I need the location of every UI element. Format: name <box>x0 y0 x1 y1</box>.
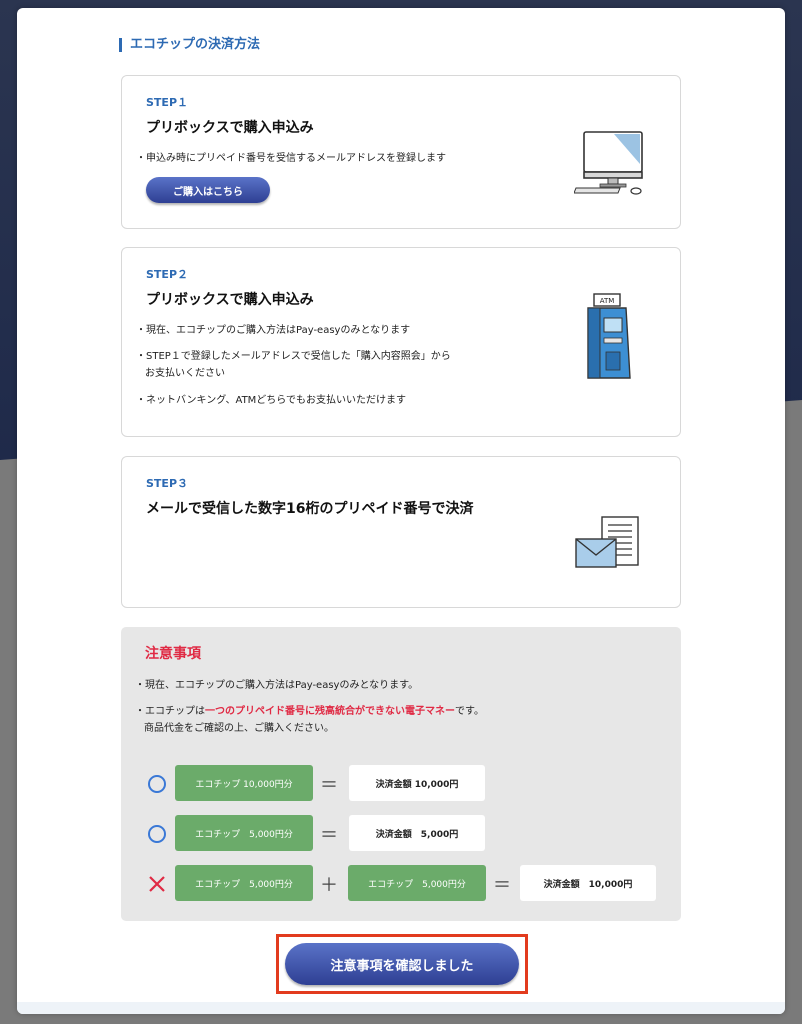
step-3-card: STEP３ メールで受信した数字16桁のプリペイド番号で決済 <box>121 456 681 608</box>
confirm-notice-button[interactable]: 注意事項を確認しました <box>285 943 519 985</box>
payment-total-box: 決済金額 10,000円 <box>349 765 485 801</box>
cross-icon <box>149 876 165 892</box>
mail-document-icon <box>575 516 639 568</box>
atm-sign-text: ATM <box>600 297 615 305</box>
step-3-heading: メールで受信した数字16桁のプリペイド番号で決済 <box>146 501 474 517</box>
section-title: エコチップの決済方法 <box>119 38 260 52</box>
ecochip-amount-chip: エコチップ 5,000円分 <box>348 865 486 901</box>
equals-sign: ＝ <box>320 775 338 796</box>
equals-sign: ＝ <box>493 875 511 896</box>
ecochip-amount-chip: エコチップ 5,000円分 <box>175 865 313 901</box>
atm-icon: ATM <box>587 293 631 379</box>
comparison-row-invalid-combined: エコチップ 5,000円分 ＋ エコチップ 5,000円分 ＝ 決済金額 10,… <box>121 865 681 903</box>
step-1-card: STEP１ プリボックスで購入申込み ・申込み時にプリペイド番号を受信するメール… <box>121 75 681 229</box>
step-2-bullet-1: ・現在、エコチップのご購入方法はPay-easyのみとなります <box>136 325 411 336</box>
step-2-card: STEP２ プリボックスで購入申込み ・現在、エコチップのご購入方法はPay-e… <box>121 247 681 437</box>
comparison-row-valid-10000: エコチップ 10,000円分 ＝ 決済金額 10,000円 <box>121 765 681 803</box>
step-1-heading: プリボックスで購入申込み <box>146 120 314 136</box>
step-2-bullet-3: ・ネットバンキング、ATMどちらでもお支払いいただけます <box>136 395 407 406</box>
plus-sign: ＋ <box>320 875 338 896</box>
equals-sign: ＝ <box>320 825 338 846</box>
comparison-row-valid-5000: エコチップ 5,000円分 ＝ 決済金額 5,000円 <box>121 815 681 853</box>
notice-title: 注意事項 <box>145 646 201 662</box>
purchase-button[interactable]: ご購入はこちら <box>146 177 270 203</box>
computer-icon <box>574 131 643 195</box>
step-2-label: STEP２ <box>146 268 189 281</box>
payment-total-box: 決済金額 10,000円 <box>520 865 656 901</box>
payment-method-panel: エコチップの決済方法 STEP１ プリボックスで購入申込み ・申込み時にプリペイ… <box>17 8 785 1014</box>
circle-icon <box>148 825 166 843</box>
notice-panel: 注意事項 ・現在、エコチップのご購入方法はPay-easyのみとなります。 ・エ… <box>121 627 681 921</box>
confirm-button-highlight: 注意事項を確認しました <box>276 934 528 994</box>
panel-footer <box>17 1002 785 1014</box>
notice-line-1: ・現在、エコチップのご購入方法はPay-easyのみとなります。 <box>135 680 419 691</box>
step-1-bullet: ・申込み時にプリペイド番号を受信するメールアドレスを登録します <box>136 153 446 164</box>
circle-icon <box>148 775 166 793</box>
notice-highlight: 一つのプリペイド番号に残高統合ができない電子マネー <box>205 706 455 717</box>
step-2-bullet-2: ・STEP１で登録したメールアドレスで受信した「購入内容照会」から お支払いくだ… <box>136 351 451 379</box>
payment-total-box: 決済金額 5,000円 <box>349 815 485 851</box>
step-3-label: STEP３ <box>146 477 189 490</box>
step-2-heading: プリボックスで購入申込み <box>146 292 314 308</box>
step-1-label: STEP１ <box>146 96 189 109</box>
ecochip-amount-chip: エコチップ 10,000円分 <box>175 765 313 801</box>
ecochip-amount-chip: エコチップ 5,000円分 <box>175 815 313 851</box>
notice-line-2: ・エコチップは一つのプリペイド番号に残高統合ができない電子マネーです。 商品代金… <box>135 706 484 734</box>
